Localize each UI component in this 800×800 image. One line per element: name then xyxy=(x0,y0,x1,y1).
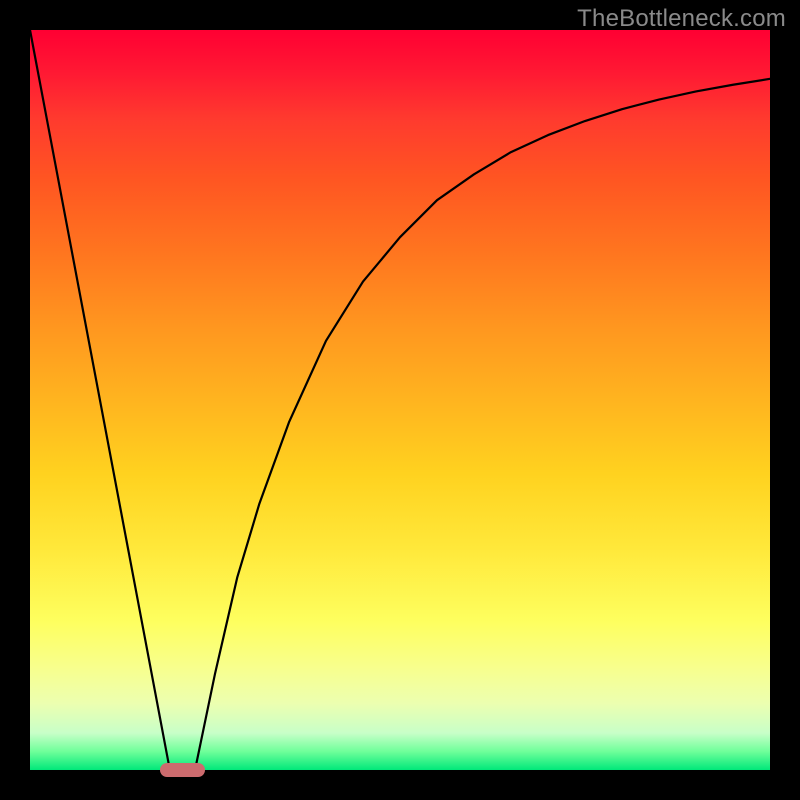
watermark-text: TheBottleneck.com xyxy=(577,5,786,33)
bottleneck-curve xyxy=(30,30,770,770)
optimal-range-marker xyxy=(160,763,204,777)
chart-frame: TheBottleneck.com xyxy=(0,0,800,800)
curve-right-limb xyxy=(195,79,770,770)
plot-area xyxy=(30,30,770,770)
curve-left-limb xyxy=(30,30,170,770)
